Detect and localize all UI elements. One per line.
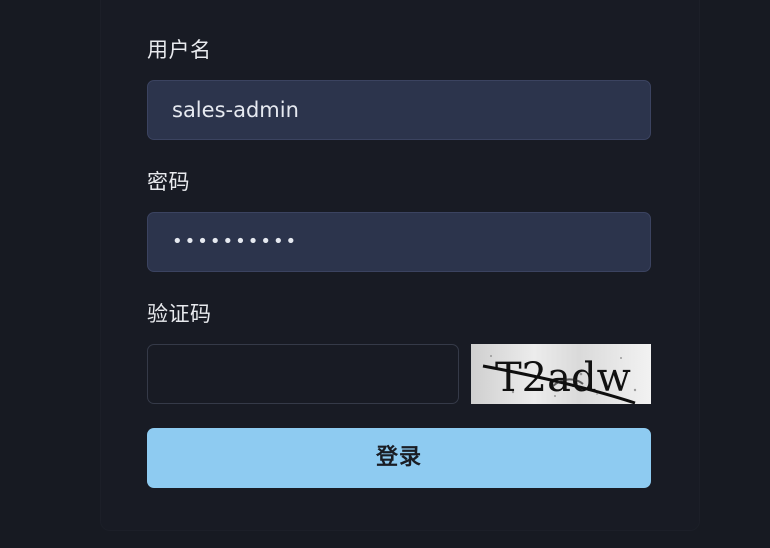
captcha-field[interactable]	[147, 344, 459, 404]
username-field[interactable]: sales-admin	[147, 80, 651, 140]
login-page: 用户名 sales-admin 密码 •••••••••• 验证码 T2adw …	[0, 0, 770, 548]
captcha-graphic: T2adw	[471, 344, 651, 404]
login-button[interactable]: 登录	[147, 428, 651, 488]
captcha-image[interactable]: T2adw	[471, 344, 651, 404]
password-field[interactable]: ••••••••••	[147, 212, 651, 272]
password-label: 密码	[147, 170, 190, 194]
captcha-label: 验证码	[147, 302, 212, 326]
username-label: 用户名	[147, 38, 212, 62]
